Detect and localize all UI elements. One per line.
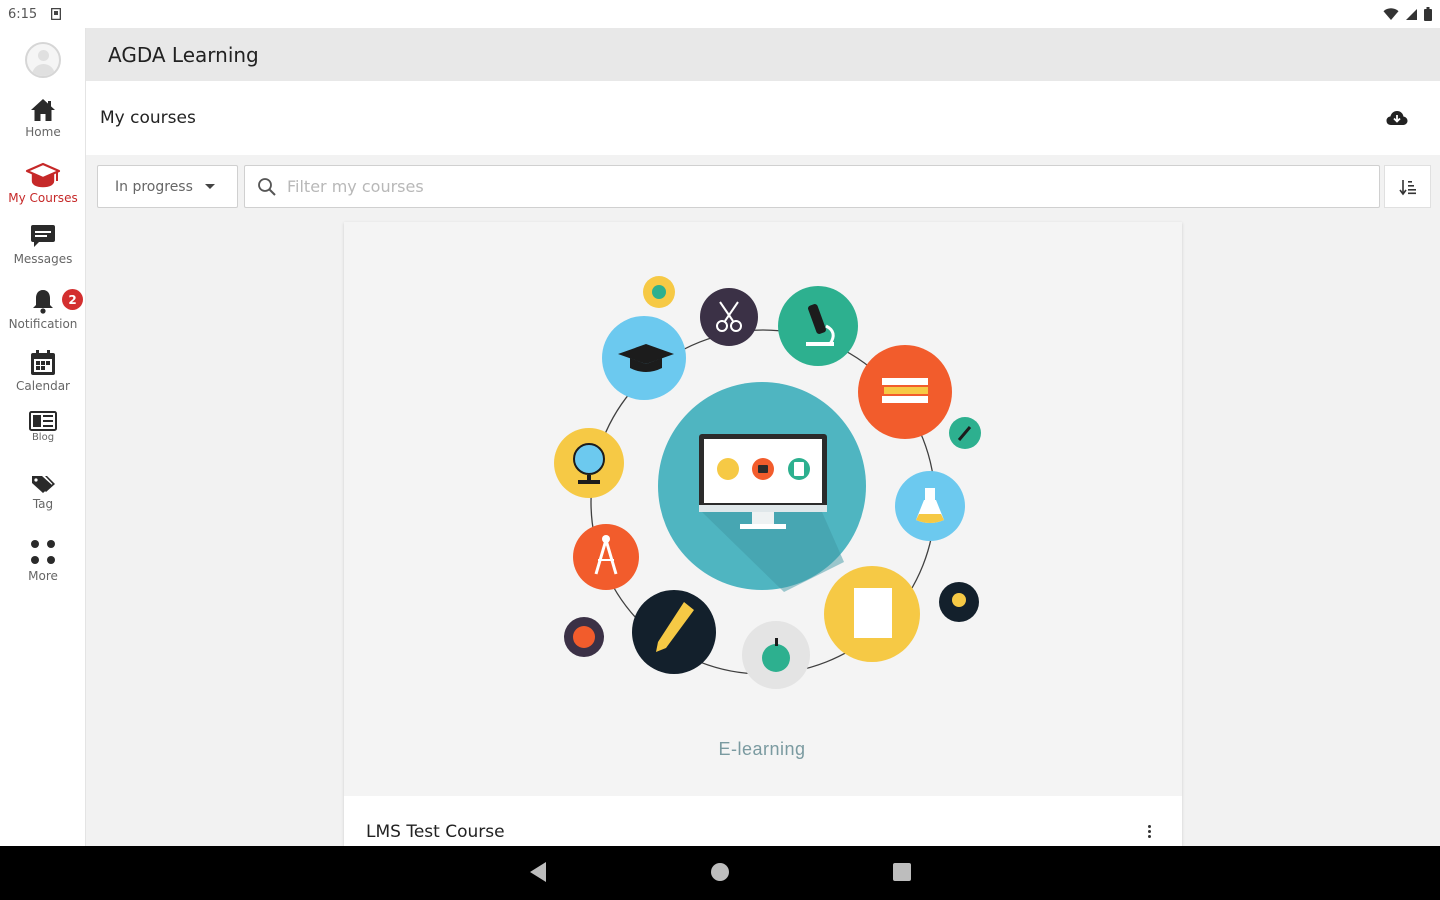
apple-icon bbox=[742, 621, 810, 689]
course-name[interactable]: LMS Test Course bbox=[366, 822, 505, 842]
sidebar-item-label: Blog bbox=[31, 432, 55, 443]
status-time: 6:15 bbox=[8, 6, 38, 22]
sidebar-item-my-courses[interactable]: My Courses bbox=[0, 162, 86, 205]
search-box bbox=[244, 165, 1380, 208]
pencil-icon bbox=[632, 590, 716, 674]
home-icon bbox=[31, 99, 55, 121]
status-bar: 6:15 bbox=[0, 0, 1440, 28]
course-image: E-learning bbox=[344, 222, 1182, 796]
app-root: 6:15 Home My Courses Messages 2 Notifica… bbox=[0, 0, 1440, 900]
sidebar-item-notification[interactable]: 2 Notification bbox=[0, 288, 86, 331]
sidebar-item-label: Tag bbox=[32, 497, 54, 511]
sort-button[interactable] bbox=[1384, 165, 1431, 208]
sort-icon bbox=[1398, 179, 1416, 195]
microscope-icon bbox=[778, 286, 858, 366]
back-icon[interactable] bbox=[528, 860, 548, 884]
cloud-download-icon[interactable] bbox=[1386, 110, 1408, 126]
image-caption: E-learning bbox=[718, 739, 805, 759]
calendar-icon bbox=[31, 350, 55, 375]
sidebar-item-more[interactable]: More bbox=[0, 538, 86, 583]
globe-icon bbox=[554, 428, 624, 498]
course-card[interactable]: E-learning LMS Test Course bbox=[344, 222, 1182, 846]
app-title: AGDA Learning bbox=[108, 42, 259, 67]
wifi-icon bbox=[1383, 7, 1399, 20]
page-title: My courses bbox=[100, 108, 196, 128]
signal-icon bbox=[1406, 8, 1417, 20]
page-header: My courses bbox=[86, 81, 1440, 155]
graduation-cap-icon bbox=[25, 162, 61, 188]
sidebar-item-blog[interactable]: Blog bbox=[0, 411, 86, 443]
search-icon bbox=[258, 177, 276, 196]
e-learning-illustration: E-learning bbox=[554, 276, 981, 759]
flask-icon bbox=[895, 471, 965, 541]
avatar[interactable] bbox=[25, 42, 61, 78]
compass-icon bbox=[573, 524, 639, 590]
notification-badge: 2 bbox=[62, 289, 83, 310]
course-status-value: In progress bbox=[115, 178, 193, 195]
graduation-cap-circle-icon bbox=[602, 316, 686, 400]
chevron-down-icon bbox=[204, 184, 215, 189]
sim-card-icon bbox=[51, 8, 62, 20]
small-trophy-icon bbox=[939, 582, 979, 622]
sidebar-item-label: Messages bbox=[13, 252, 73, 266]
sidebar-item-calendar[interactable]: Calendar bbox=[0, 350, 86, 393]
battery-icon bbox=[1424, 7, 1432, 21]
grid-dots-icon bbox=[31, 540, 55, 564]
sidebar-item-label: My Courses bbox=[8, 191, 78, 205]
sidebar-item-messages[interactable]: Messages bbox=[0, 224, 86, 266]
filter-bar: In progress bbox=[86, 155, 1440, 217]
search-input[interactable] bbox=[287, 177, 1287, 196]
small-ball-icon bbox=[564, 617, 604, 657]
books-icon bbox=[858, 345, 952, 439]
blog-icon bbox=[29, 411, 57, 431]
app-bar: AGDA Learning bbox=[86, 28, 1440, 81]
recents-icon[interactable] bbox=[892, 860, 912, 884]
sidebar-item-home[interactable]: Home bbox=[0, 98, 86, 139]
system-nav-bar bbox=[0, 846, 1440, 900]
home-circle-icon[interactable] bbox=[709, 860, 731, 884]
small-brush-icon bbox=[949, 417, 981, 449]
sidebar-item-tag[interactable]: Tag bbox=[0, 474, 86, 511]
tag-icon bbox=[32, 476, 55, 493]
bell-icon bbox=[33, 290, 53, 314]
chat-icon bbox=[31, 225, 55, 247]
small-yellow-badge-icon bbox=[643, 276, 675, 308]
sidebar: Home My Courses Messages 2 Notification … bbox=[0, 28, 86, 846]
document-icon bbox=[824, 566, 920, 662]
course-status-select[interactable]: In progress bbox=[97, 165, 238, 208]
sidebar-item-label: Home bbox=[25, 125, 61, 139]
sidebar-item-label: Notification bbox=[8, 317, 78, 331]
sidebar-item-label: Calendar bbox=[16, 379, 70, 393]
more-vertical-icon[interactable] bbox=[1140, 820, 1158, 842]
scissors-icon bbox=[700, 288, 758, 346]
sidebar-item-label: More bbox=[28, 569, 58, 583]
